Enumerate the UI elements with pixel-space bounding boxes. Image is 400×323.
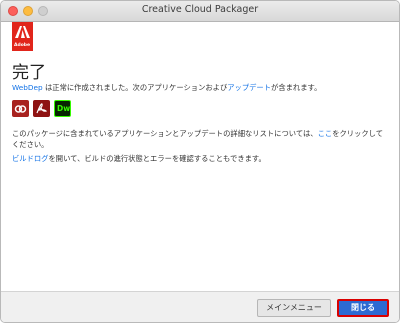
close-button[interactable]: 閉じる (337, 299, 389, 317)
dreamweaver-app-label: Dw (57, 104, 71, 113)
page-title: 完了 (12, 63, 46, 83)
adobe-logo: Adobe (12, 22, 33, 51)
success-message: WebDep は正常に作成されました。次のアプリケーションおよびアップデートが含… (12, 83, 321, 93)
acrobat-app-icon (33, 100, 50, 117)
creative-cloud-app-icon (12, 100, 29, 117)
build-log-text: を開いて、ビルドの進行状態とエラーを確認することもできます。 (48, 154, 266, 163)
window-title: Creative Cloud Packager (141, 4, 259, 15)
details-text: このパッケージに含まれているアプリケーションとアップデートの詳細なリストについて… (12, 129, 318, 138)
adobe-logo-icon (15, 26, 30, 38)
dreamweaver-app-icon: Dw (54, 100, 71, 117)
title-bar: Creative Cloud Packager (1, 1, 399, 22)
main-menu-button[interactable]: メインメニュー (257, 299, 331, 317)
build-log-link[interactable]: ビルドログ (12, 154, 48, 163)
details-here-link[interactable]: ここ (318, 129, 333, 138)
updates-link[interactable]: アップデート (227, 83, 271, 92)
footer-bar: メインメニュー 閉じる (1, 291, 399, 322)
success-message-end: が含まれます。 (271, 83, 322, 92)
details-paragraph: このパッケージに含まれているアプリケーションとアップデートの詳細なリストについて… (12, 128, 390, 150)
success-message-text: は正常に作成されました。次のアプリケーションおよび (42, 83, 228, 92)
build-log-paragraph: ビルドログを開いて、ビルドの進行状態とエラーを確認することもできます。 (12, 153, 390, 164)
app-window: Creative Cloud Packager Adobe 完了 WebDep … (0, 0, 400, 323)
adobe-logo-text: Adobe (14, 43, 31, 48)
package-name-link[interactable]: WebDep (12, 83, 43, 92)
